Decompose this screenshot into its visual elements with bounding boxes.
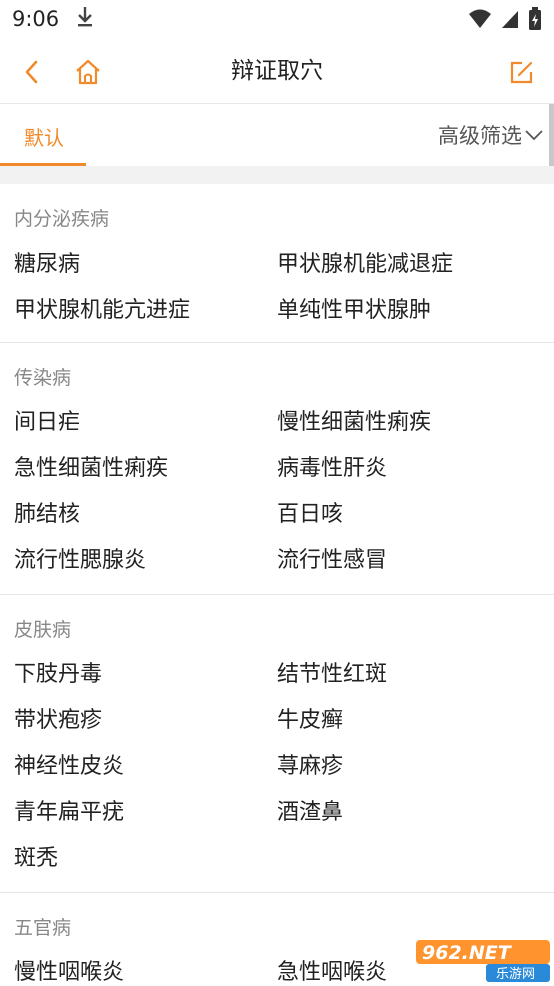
- separator-band: [0, 166, 554, 184]
- disease-item[interactable]: 甲状腺机能亢进症: [14, 292, 190, 324]
- disease-item[interactable]: 荨麻疹: [277, 748, 343, 780]
- disease-item[interactable]: 流行性感冒: [277, 542, 387, 574]
- category-title: 内分泌疾病: [14, 208, 110, 230]
- tab-default-label: 默认: [24, 126, 64, 150]
- status-bar: 9:06: [0, 0, 554, 38]
- edit-icon: [510, 61, 533, 84]
- nav-bar: 辩证取穴: [0, 38, 554, 104]
- site-watermark-logo: 962.NET 乐游网: [416, 938, 550, 982]
- disease-item[interactable]: 单纯性甲状腺肿: [277, 292, 431, 324]
- disease-item[interactable]: 急性咽喉炎: [277, 954, 387, 986]
- disease-item[interactable]: 急性细菌性痢疾: [14, 450, 168, 482]
- divider: [0, 594, 554, 595]
- svg-text:962.NET: 962.NET: [422, 942, 513, 964]
- advanced-filter-button[interactable]: 高级筛选: [438, 120, 544, 150]
- download-icon: [75, 5, 95, 33]
- disease-item[interactable]: 结节性红斑: [277, 656, 387, 688]
- divider: [0, 342, 554, 343]
- disease-item[interactable]: 斑秃: [14, 840, 58, 872]
- disease-item[interactable]: 带状疱疹: [14, 702, 102, 734]
- chevron-down-icon: [525, 130, 543, 141]
- disease-item[interactable]: 慢性咽喉炎: [14, 954, 124, 986]
- divider: [0, 892, 554, 893]
- disease-item[interactable]: 甲状腺机能减退症: [277, 246, 453, 278]
- wifi-icon: [468, 8, 492, 34]
- status-time: 9:06: [12, 7, 60, 31]
- category-title: 传染病: [14, 367, 72, 389]
- advanced-filter-label: 高级筛选: [438, 124, 522, 148]
- edit-button[interactable]: [502, 52, 542, 92]
- disease-item[interactable]: 病毒性肝炎: [277, 450, 387, 482]
- disease-item[interactable]: 间日疟: [14, 404, 80, 436]
- disease-item[interactable]: 流行性腮腺炎: [14, 542, 146, 574]
- disease-item[interactable]: 牛皮癣: [277, 702, 343, 734]
- disease-item[interactable]: 神经性皮炎: [14, 748, 124, 780]
- disease-item[interactable]: 酒渣鼻: [277, 794, 343, 826]
- tab-bar: 默认 高级筛选: [0, 104, 554, 166]
- signal-icon: [500, 8, 520, 34]
- tab-default[interactable]: 默认: [0, 104, 86, 166]
- svg-text:乐游网: 乐游网: [496, 967, 535, 982]
- disease-item[interactable]: 青年扁平疣: [14, 794, 124, 826]
- disease-item[interactable]: 糖尿病: [14, 246, 80, 278]
- disease-item[interactable]: 肺结核: [14, 496, 80, 528]
- disease-item[interactable]: 慢性细菌性痢疾: [277, 404, 431, 436]
- disease-item[interactable]: 下肢丹毒: [14, 656, 102, 688]
- battery-icon: [528, 7, 542, 35]
- category-title: 皮肤病: [14, 619, 72, 641]
- status-icons: [468, 7, 542, 35]
- disease-item[interactable]: 百日咳: [277, 496, 343, 528]
- page-title: 辩证取穴: [231, 58, 323, 84]
- category-title: 五官病: [14, 917, 72, 939]
